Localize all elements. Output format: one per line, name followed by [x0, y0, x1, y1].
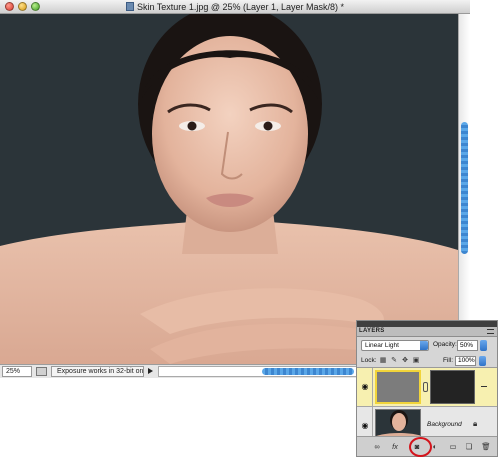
blend-mode-arrows-icon[interactable]: [420, 341, 428, 350]
layer-row-layer-1[interactable]: ◉: [357, 368, 497, 407]
mask-link-icon[interactable]: [423, 382, 428, 392]
opacity-dropdown-icon[interactable]: [480, 340, 487, 351]
lock-transparency-icon[interactable]: ▦: [379, 357, 387, 365]
portrait-photo: [0, 14, 458, 364]
status-preview-icon[interactable]: [36, 367, 47, 376]
lock-row: Lock: ▦ ✎ ✥ ▣ Fill: 100%: [357, 354, 497, 368]
panel-tab-row: LAYERS: [357, 327, 497, 337]
blend-mode-value: Linear Light: [365, 342, 399, 349]
lock-all-icon[interactable]: ▣: [412, 357, 420, 365]
vertical-scroll-thumb[interactable]: [461, 122, 468, 254]
visibility-eye-icon[interactable]: ◉: [360, 421, 370, 431]
window-title: Skin Texture 1.jpg @ 25% (Layer 1, Layer…: [136, 2, 345, 12]
fill-label: Fill:: [443, 357, 454, 364]
opacity-label: Opacity:: [433, 341, 457, 348]
new-layer-icon[interactable]: ❏: [463, 442, 475, 452]
layer-lock-icon: 🔒︎: [473, 419, 478, 428]
link-layers-icon[interactable]: ∞: [371, 442, 383, 452]
status-message: Exposure works in 32-bit only: [51, 366, 144, 377]
new-group-icon[interactable]: ▭: [447, 442, 459, 452]
zoom-field[interactable]: 25%: [2, 366, 32, 377]
lock-brush-icon[interactable]: ✎: [390, 357, 398, 365]
trash-icon[interactable]: 🗑︎: [480, 442, 492, 452]
annotation-circle: [409, 437, 432, 457]
tab-layers[interactable]: LAYERS: [359, 328, 385, 334]
lock-position-icon[interactable]: ✥: [401, 357, 409, 365]
fx-icon[interactable]: fx: [389, 442, 401, 452]
row-marker: [481, 386, 487, 387]
blend-mode-select[interactable]: Linear Light: [361, 340, 429, 351]
title-bar[interactable]: Skin Texture 1.jpg @ 25% (Layer 1, Layer…: [0, 0, 470, 14]
window-title-wrap: Skin Texture 1.jpg @ 25% (Layer 1, Layer…: [0, 1, 470, 13]
fill-dropdown-icon[interactable]: [479, 356, 486, 366]
layer-mask-thumbnail[interactable]: [430, 370, 475, 404]
eye-column-divider: [372, 368, 373, 406]
panel-menu-icon[interactable]: [487, 329, 494, 334]
blend-row: Linear Light Opacity: 50%: [357, 337, 497, 354]
layer-name[interactable]: Background: [427, 421, 462, 428]
layer-thumbnail[interactable]: [375, 370, 421, 404]
image-canvas[interactable]: [0, 14, 458, 364]
status-menu-arrow-icon[interactable]: [148, 368, 153, 374]
document-icon: [125, 2, 134, 11]
horizontal-scroll-thumb[interactable]: [262, 368, 354, 375]
layers-panel: LAYERS Linear Light Opacity: 50% Lock: ▦…: [356, 320, 498, 457]
lock-label: Lock:: [361, 357, 377, 364]
opacity-field[interactable]: 50%: [457, 340, 478, 351]
visibility-eye-icon[interactable]: ◉: [360, 382, 370, 392]
vertical-scrollbar[interactable]: [458, 14, 470, 364]
fill-field[interactable]: 100%: [455, 356, 476, 366]
